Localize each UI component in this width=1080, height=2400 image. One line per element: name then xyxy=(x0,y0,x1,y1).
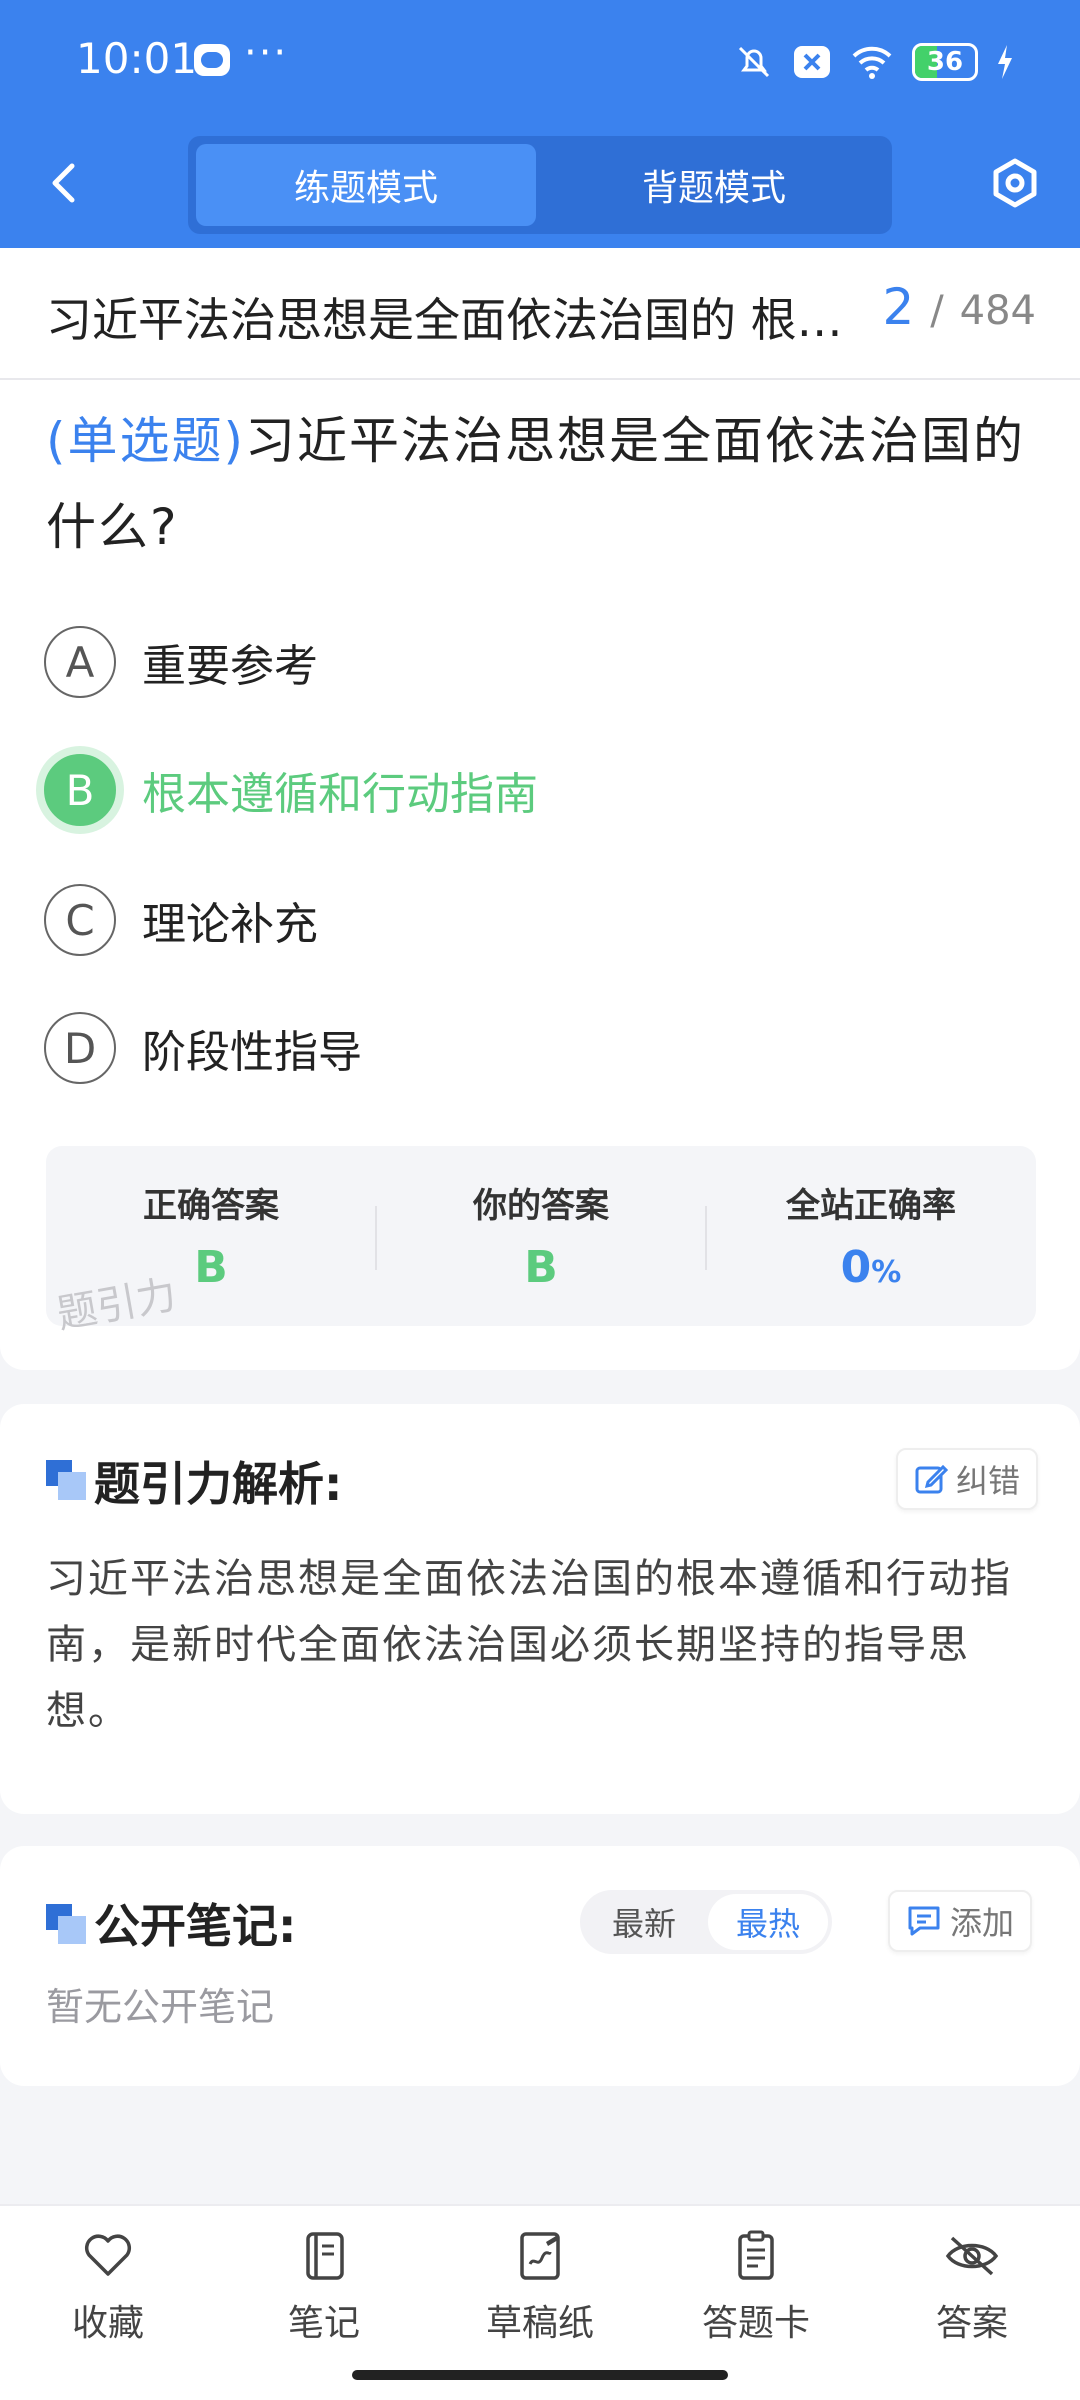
option-letter: C xyxy=(44,884,116,956)
battery-indicator: 36 xyxy=(912,43,978,81)
tab-practice-mode[interactable]: 练题模式 xyxy=(196,144,536,226)
section-icon xyxy=(46,1460,86,1500)
eye-off-icon xyxy=(945,2236,999,2276)
favorite-label: 收藏 xyxy=(71,2303,144,2344)
settings-icon[interactable] xyxy=(988,156,1042,210)
site-accuracy-stat: 全站正确率 0% xyxy=(706,1146,1036,1326)
option-c[interactable]: C 理论补充 xyxy=(44,882,318,958)
notes-title: 公开笔记: xyxy=(94,1899,297,1953)
mode-switcher: 练题模式 背题模式 xyxy=(188,136,892,234)
notebook-icon xyxy=(306,2232,344,2280)
clipboard-icon xyxy=(738,2230,774,2280)
total-questions: 484 xyxy=(959,288,1036,334)
option-text: 重要参考 xyxy=(142,641,318,692)
notes-empty-text: 暂无公开笔记 xyxy=(46,1985,275,2029)
toggle-answer-label: 答案 xyxy=(935,2303,1008,2344)
analysis-text: 习近平法治思想是全面依法治国的根本遵循和行动指南，是新时代全面依法治国必须长期坚… xyxy=(46,1556,1012,1734)
option-letter: D xyxy=(44,1012,116,1084)
counter-separator: / xyxy=(930,288,944,334)
analysis-title: 题引力解析: xyxy=(94,1457,343,1511)
answer-stats: 正确答案 B 你的答案 B 全站正确率 0% 题引力 xyxy=(46,1146,1036,1338)
report-error-label: 纠错 xyxy=(956,1462,1021,1500)
notes-label: 笔记 xyxy=(287,2303,360,2344)
comment-icon xyxy=(908,1906,940,1936)
draft-paper-button[interactable]: 草稿纸 xyxy=(440,2228,640,2346)
heart-icon xyxy=(84,2234,132,2276)
your-answer-label: 你的答案 xyxy=(473,1186,609,1226)
favorite-button[interactable]: 收藏 xyxy=(8,2228,208,2346)
app-header: 10:01 ··· 36 练题模式 背题模式 xyxy=(0,0,1080,248)
report-error-button[interactable]: 纠错 xyxy=(896,1448,1039,1510)
wechat-icon xyxy=(194,44,230,76)
question-text: (单选题)习近平法治思想是全面依法治国的什么? xyxy=(46,398,1036,570)
option-text: 根本遵循和行动指南 xyxy=(142,769,538,820)
correct-answer-label: 正确答案 xyxy=(143,1186,279,1226)
question-type: (单选题) xyxy=(46,412,246,470)
site-accuracy-label: 全站正确率 xyxy=(786,1186,956,1226)
close-box-icon xyxy=(794,46,830,78)
question-card: (单选题)习近平法治思想是全面依法治国的什么? A 重要参考 B 根本遵循和行动… xyxy=(0,380,1080,1370)
home-indicator[interactable] xyxy=(352,2370,728,2380)
scratch-paper-icon xyxy=(520,2232,560,2280)
toggle-answer-button[interactable]: 答案 xyxy=(872,2228,1072,2346)
current-question-number: 2 xyxy=(882,278,915,336)
draft-paper-label: 草稿纸 xyxy=(485,2303,594,2344)
notes-button[interactable]: 笔记 xyxy=(224,2228,424,2346)
option-text: 理论补充 xyxy=(142,899,318,950)
wifi-icon xyxy=(852,46,892,79)
charging-icon xyxy=(998,45,1012,79)
mute-bell-icon xyxy=(738,46,770,78)
answer-card-label: 答题卡 xyxy=(701,2303,810,2344)
question-title: 习近平法治思想是全面依法治国的 根本遵循和行动指南 xyxy=(46,293,876,347)
your-answer-value: B xyxy=(524,1242,558,1293)
site-accuracy-unit: % xyxy=(871,1255,902,1290)
question-counter[interactable]: 2 / 484 xyxy=(883,278,1036,336)
status-bar: 10:01 ··· 36 xyxy=(0,0,1080,125)
option-b[interactable]: B 根本遵循和行动指南 xyxy=(44,752,538,828)
answer-card-button[interactable]: 答题卡 xyxy=(656,2228,856,2346)
option-a[interactable]: A 重要参考 xyxy=(44,624,318,700)
edit-icon xyxy=(915,1464,948,1494)
section-icon xyxy=(46,1904,86,1944)
status-time: 10:01 xyxy=(76,34,198,83)
sort-hottest[interactable]: 最热 xyxy=(708,1894,828,1950)
more-notifications-icon: ··· xyxy=(244,30,289,76)
option-text: 阶段性指导 xyxy=(142,1027,362,1078)
battery-level: 36 xyxy=(926,47,964,77)
analysis-card: 题引力解析: 纠错 习近平法治思想是全面依法治国的根本遵循和行动指南，是新时代全… xyxy=(0,1404,1080,1814)
site-accuracy-value: 0% xyxy=(706,1242,1036,1293)
back-icon[interactable] xyxy=(40,158,90,208)
status-icons: 36 xyxy=(734,40,1014,84)
your-answer-stat: 你的答案 B xyxy=(376,1146,706,1326)
public-notes-card: 公开笔记: 最新 最热 添加 暂无公开笔记 xyxy=(0,1846,1080,2086)
option-d[interactable]: D 阶段性指导 xyxy=(44,1010,362,1086)
notes-sort-toggle: 最新 最热 xyxy=(580,1890,832,1954)
question-title-row: 习近平法治思想是全面依法治国的 根本遵循和行动指南 2 / 484 xyxy=(0,248,1080,380)
option-letter: A xyxy=(44,626,116,698)
tab-memorize-mode[interactable]: 背题模式 xyxy=(544,144,884,226)
sort-latest[interactable]: 最新 xyxy=(584,1894,704,1950)
option-letter: B xyxy=(44,754,116,826)
add-note-button[interactable]: 添加 xyxy=(888,1890,1033,1952)
add-note-label: 添加 xyxy=(950,1904,1015,1942)
site-accuracy-number: 0 xyxy=(840,1242,872,1293)
